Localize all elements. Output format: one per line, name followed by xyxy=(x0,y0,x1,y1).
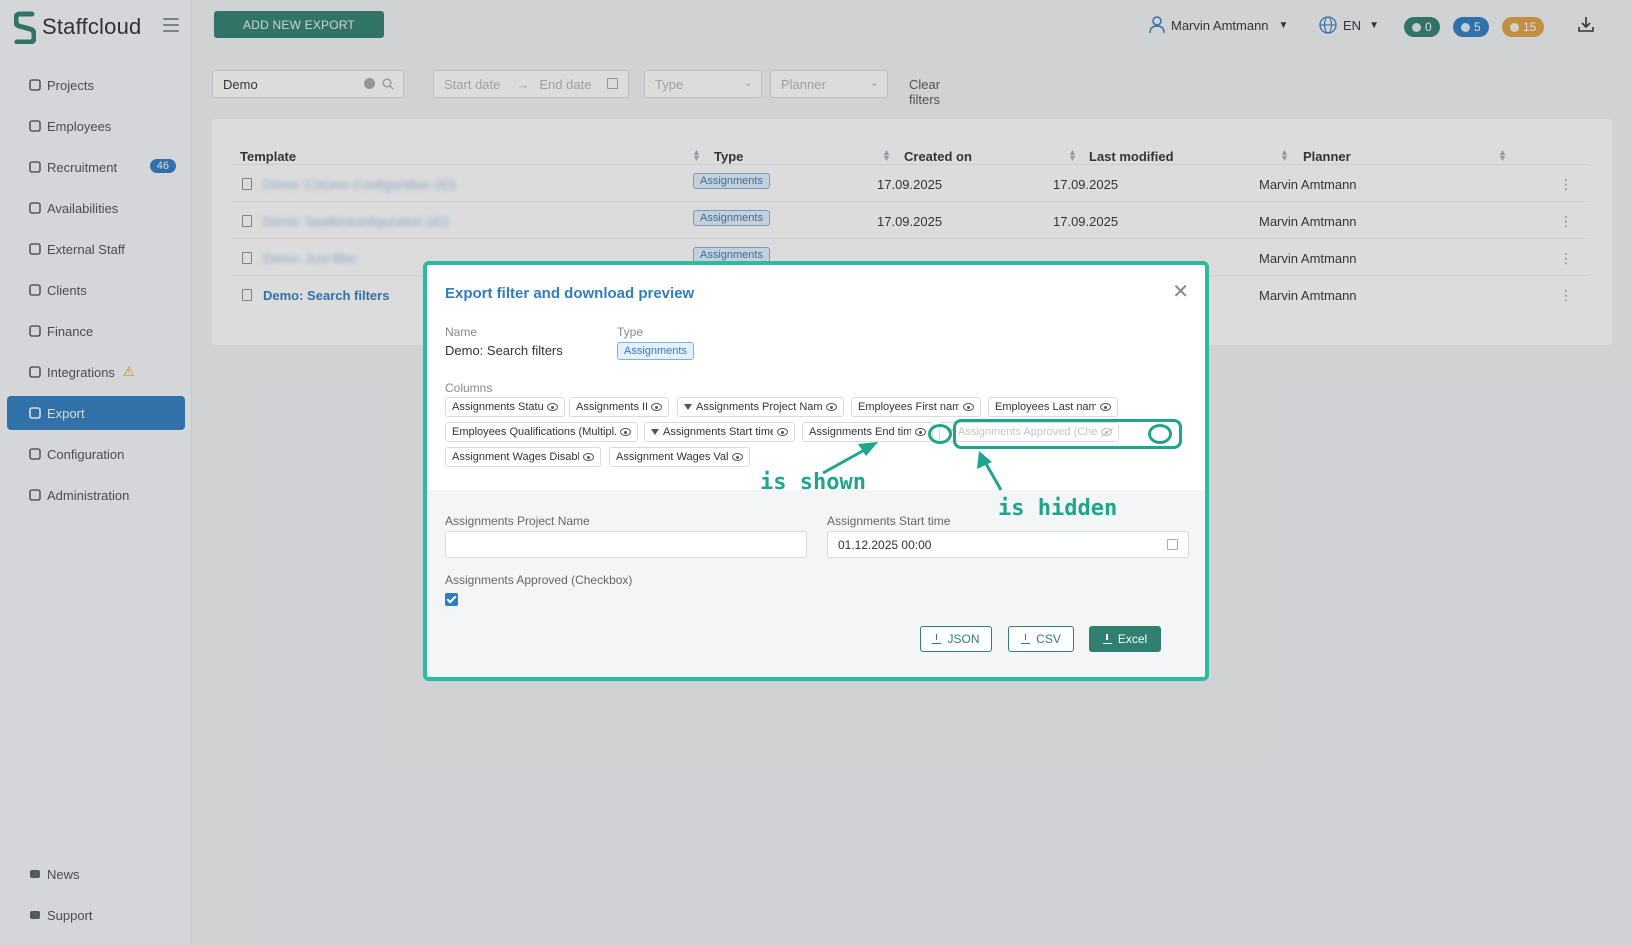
annotation-is-hidden: is hidden xyxy=(998,496,1118,521)
annotation-is-shown: is shown xyxy=(760,470,866,495)
app-root: Staffcloud Projects Employees Recruitment 4… xyxy=(0,0,1632,945)
